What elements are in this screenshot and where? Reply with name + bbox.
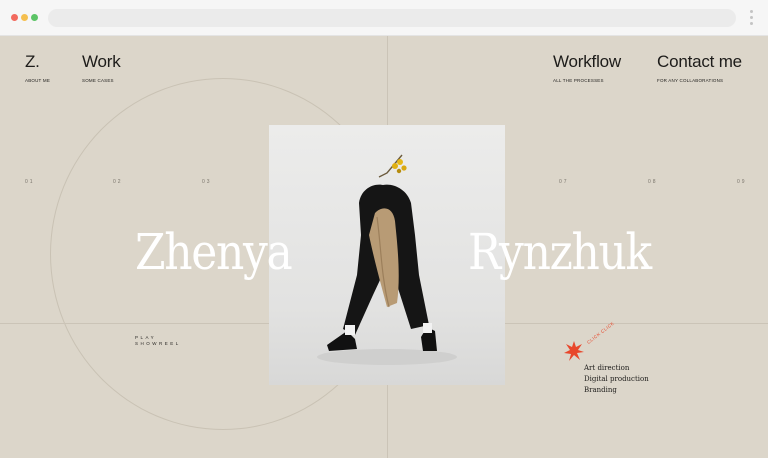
nav-workflow-label: Workflow bbox=[553, 52, 621, 71]
nav-workflow[interactable]: Workflow ALL THE PROCESSES bbox=[553, 52, 621, 84]
starburst-icon[interactable] bbox=[564, 341, 584, 361]
window-close-dot[interactable] bbox=[11, 14, 18, 21]
nav-contact[interactable]: Contact me FOR ANY COLLABORATIONS bbox=[657, 52, 742, 84]
services-list: Art direction Digital production Brandin… bbox=[584, 363, 649, 396]
browser-chrome bbox=[0, 0, 768, 36]
nav-work[interactable]: Work SOME CASES bbox=[82, 52, 121, 84]
nav-about-caption: ABOUT ME bbox=[25, 78, 51, 83]
hero-last-name: Rynzhuk bbox=[468, 223, 652, 281]
section-number: 08 bbox=[648, 179, 658, 185]
service-item: Digital production bbox=[584, 375, 649, 383]
address-bar[interactable] bbox=[48, 9, 736, 27]
browser-menu-icon[interactable] bbox=[750, 10, 754, 26]
nav-contact-label: Contact me bbox=[657, 52, 742, 71]
section-number: 01 bbox=[25, 179, 35, 185]
play-showreel-button[interactable]: PLAY SHOWREEL bbox=[135, 335, 181, 347]
service-item: Art direction bbox=[584, 364, 630, 372]
section-number: 07 bbox=[559, 179, 569, 185]
hero-first-name: Zhenya bbox=[135, 223, 293, 281]
nav-workflow-caption: ALL THE PROCESSES bbox=[553, 78, 604, 83]
nav-work-caption: SOME CASES bbox=[82, 78, 114, 83]
section-number: 03 bbox=[202, 179, 212, 185]
section-number: 02 bbox=[113, 179, 123, 185]
window-maximize-dot[interactable] bbox=[31, 14, 38, 21]
page-canvas: Z. ABOUT ME Work SOME CASES Workflow ALL… bbox=[0, 36, 768, 458]
section-number: 09 bbox=[737, 179, 747, 185]
service-item: Branding bbox=[584, 386, 617, 394]
nav-work-label: Work bbox=[82, 52, 121, 71]
showreel-line-2: SHOWREEL bbox=[135, 341, 181, 346]
nav-contact-caption: FOR ANY COLLABORATIONS bbox=[657, 78, 724, 83]
window-minimize-dot[interactable] bbox=[21, 14, 28, 21]
logo-mark: Z. bbox=[25, 52, 40, 71]
click-click-badge[interactable]: CLICK CLICK bbox=[586, 321, 615, 345]
nav-logo-about[interactable]: Z. ABOUT ME bbox=[25, 52, 51, 84]
